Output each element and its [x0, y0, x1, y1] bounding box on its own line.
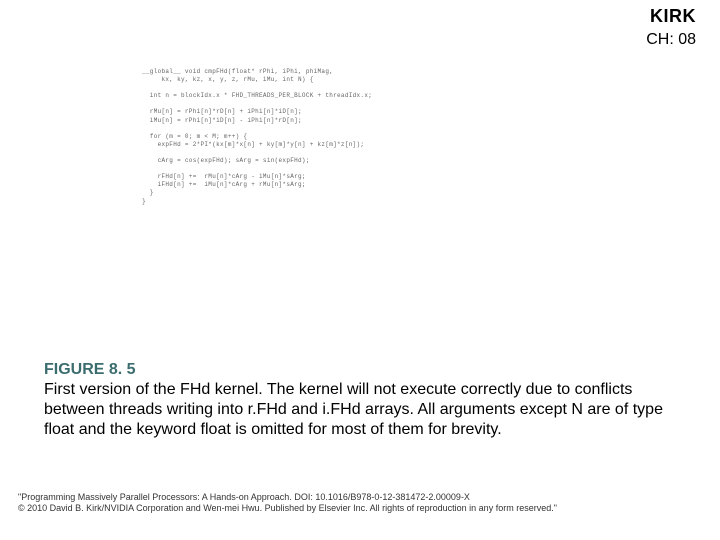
- figure-caption: FIGURE 8. 5 First version of the FHd ker…: [44, 360, 676, 440]
- page-footer: "Programming Massively Parallel Processo…: [18, 492, 702, 515]
- chapter-label: CH: 08: [646, 31, 696, 49]
- page: KIRK CH: 08 __global__ void cmpFHd(float…: [0, 0, 720, 540]
- footer-line-1: "Programming Massively Parallel Processo…: [18, 492, 702, 503]
- footer-line-2: © 2010 David B. Kirk/NVIDIA Corporation …: [18, 503, 702, 514]
- figure-label: FIGURE 8. 5: [44, 361, 136, 378]
- author-name: KIRK: [646, 6, 696, 27]
- page-header: KIRK CH: 08: [646, 6, 696, 49]
- figure-text: First version of the FHd kernel. The ker…: [44, 381, 663, 438]
- code-listing: __global__ void cmpFHd(float* rPhi, iPhi…: [142, 68, 582, 206]
